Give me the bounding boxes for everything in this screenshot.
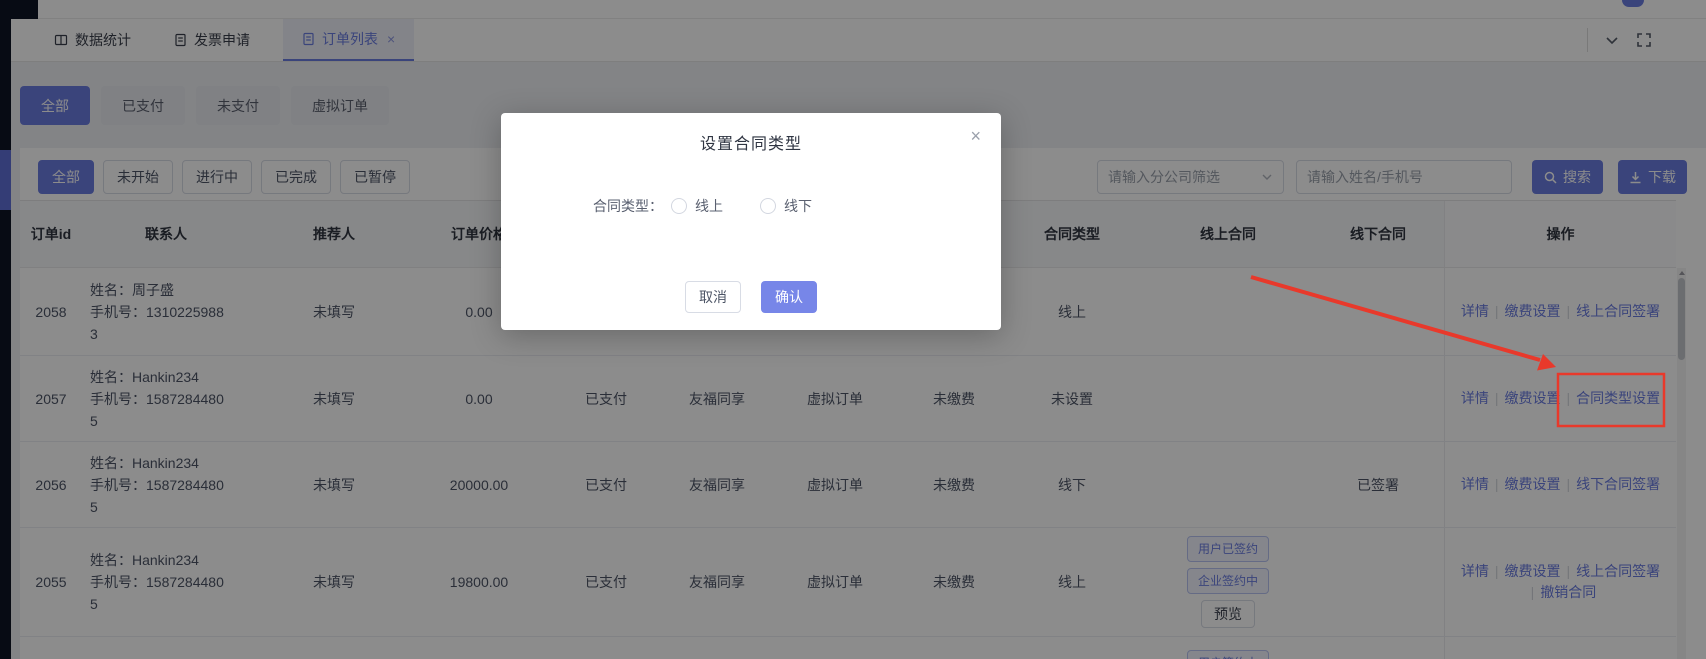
radio-online[interactable]: 线上 [671,196,723,216]
confirm-button[interactable]: 确认 [761,281,817,313]
modal-close-icon[interactable]: × [970,127,981,145]
radio-offline-label: 线下 [784,196,812,216]
set-contract-type-modal: 设置合同类型 × 合同类型： 线上 线下 取消 确认 [501,113,1001,330]
radio-offline[interactable]: 线下 [760,196,812,216]
cancel-button[interactable]: 取消 [685,281,741,313]
radio-online-label: 线上 [695,196,723,216]
radio-circle-online[interactable] [671,198,687,214]
modal-title: 设置合同类型 [501,113,1001,154]
radio-circle-offline[interactable] [760,198,776,214]
app-window: 数据统计发票申请订单列表× 全部已支付未支付虚拟订单 全部未开始进行中已完成已暂… [0,0,1706,659]
contract-type-field-label: 合同类型： [593,196,663,216]
